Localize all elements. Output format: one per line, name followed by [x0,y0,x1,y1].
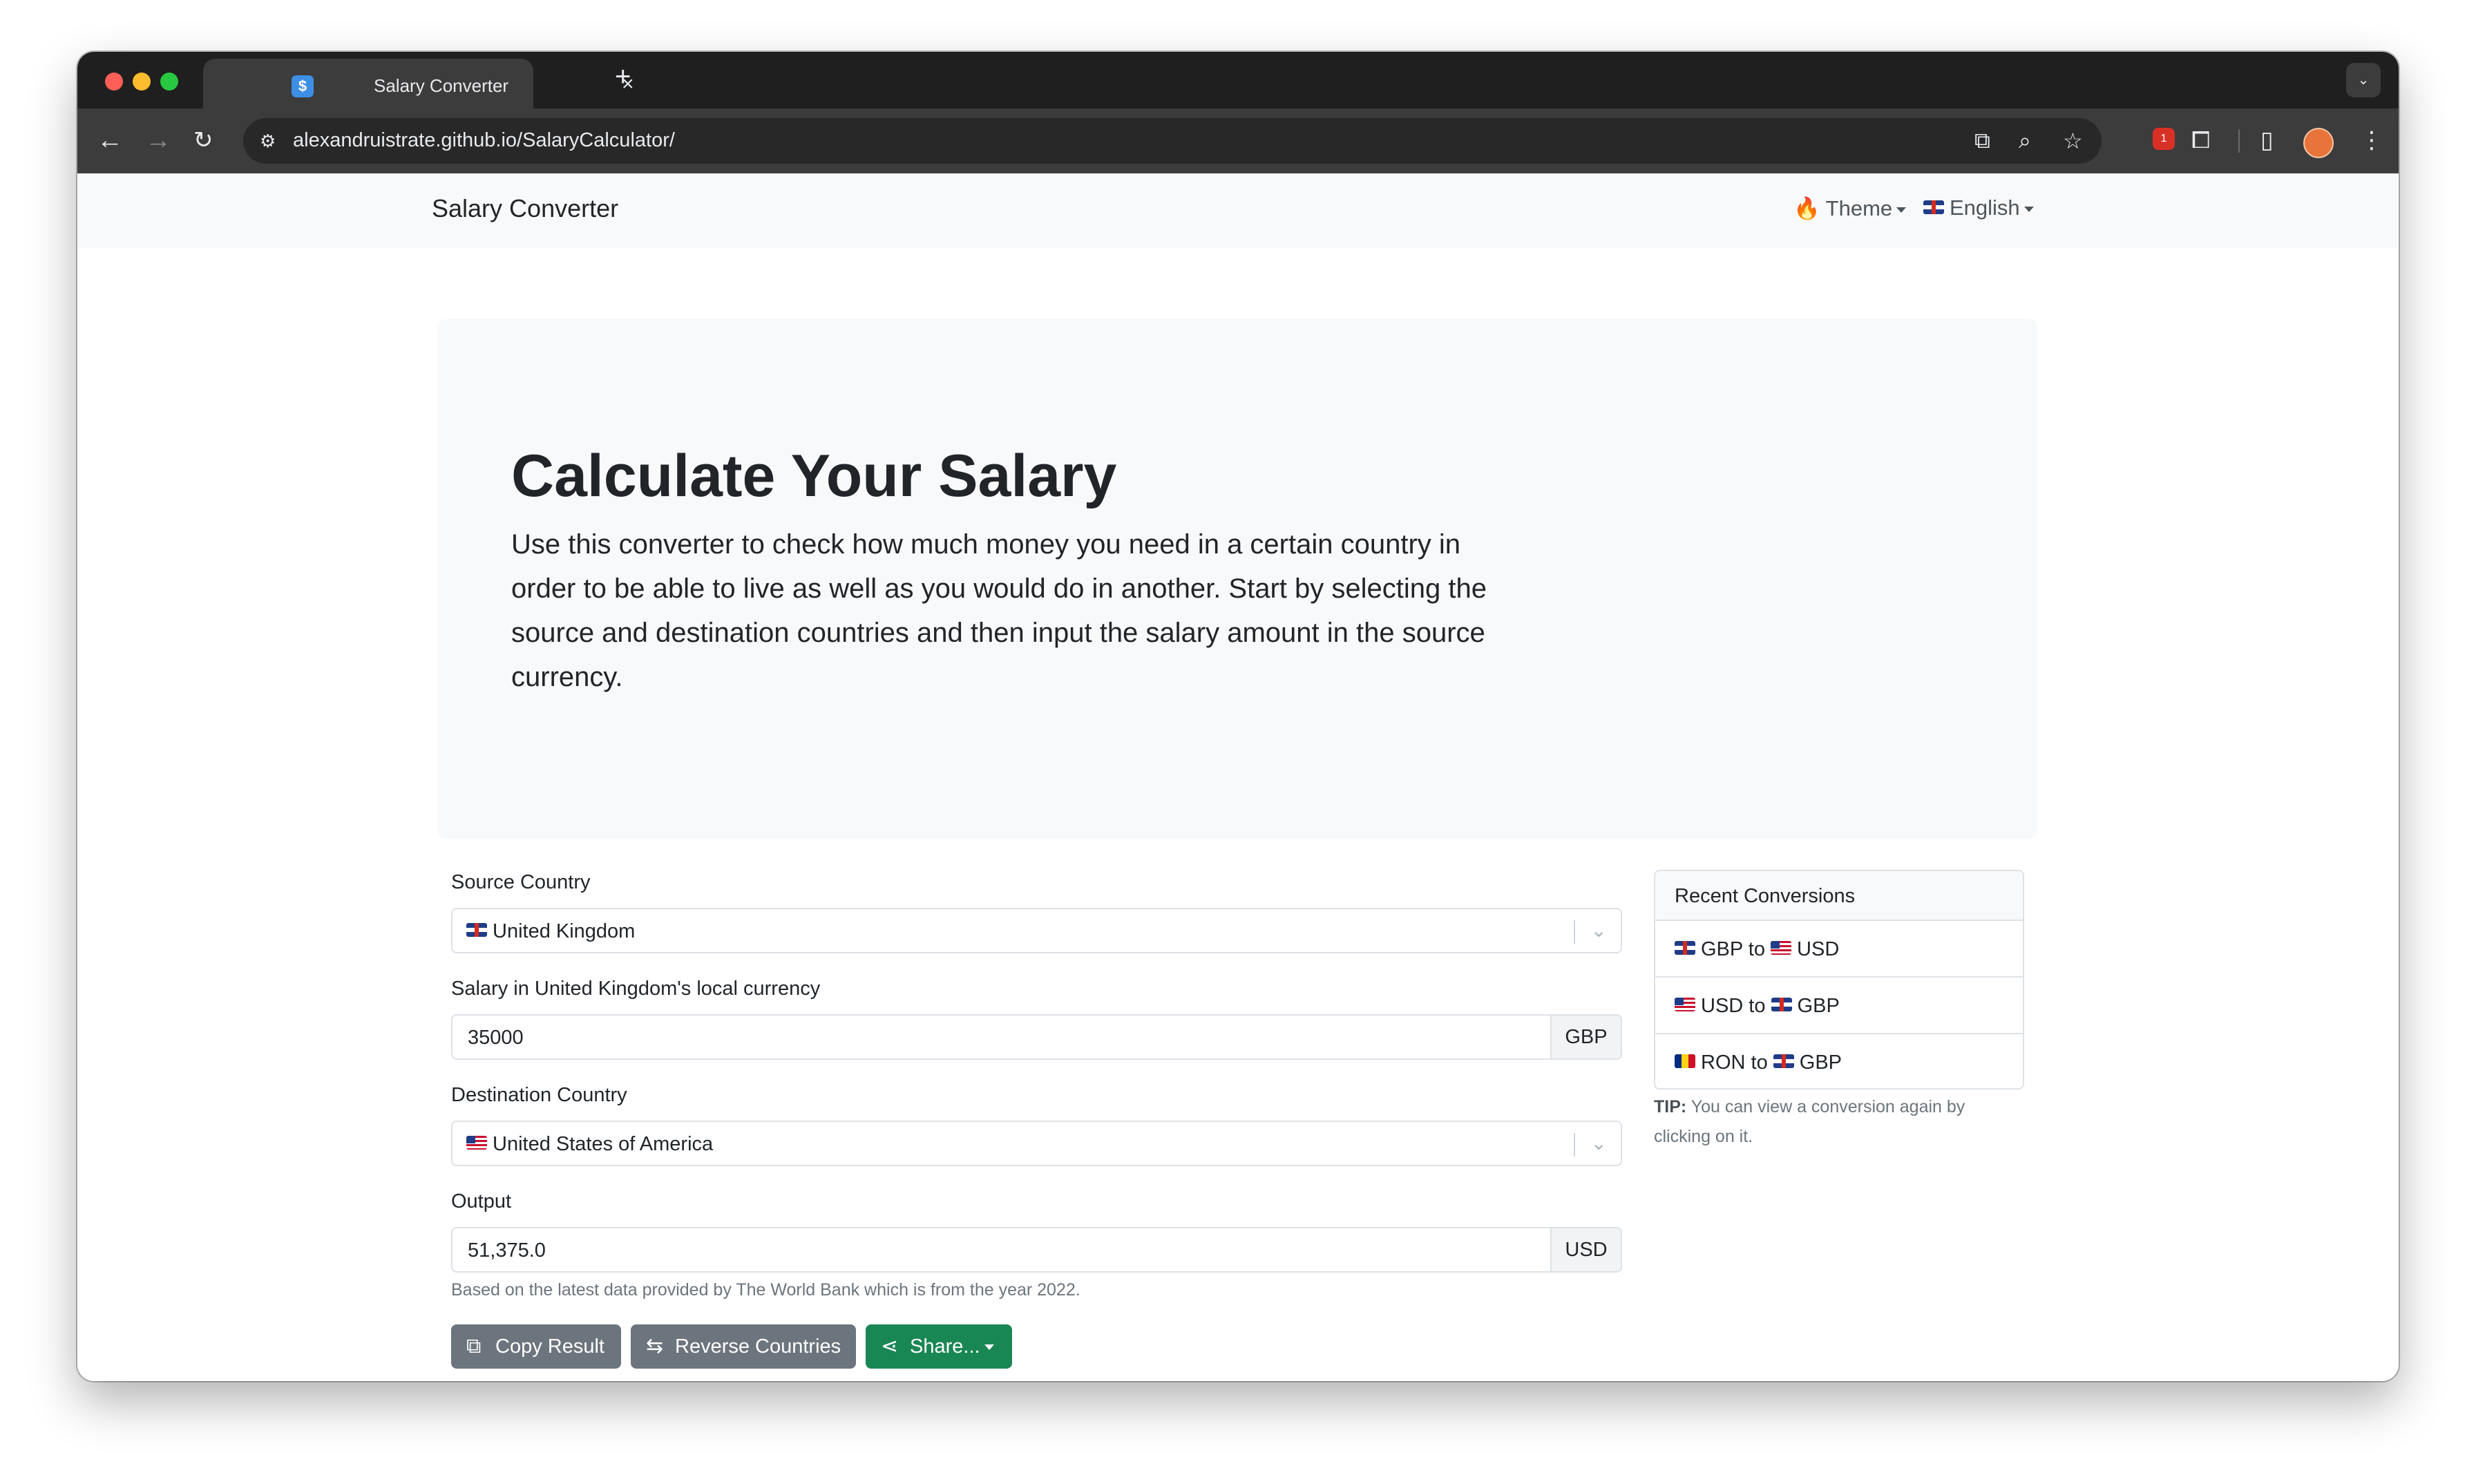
share-dropdown-button[interactable]: ⋖ Share... [866,1324,1012,1369]
site-navbar: Salary Converter 🔥 Theme English [77,173,2399,248]
copy-result-button[interactable]: ⧉ Copy Result [451,1324,621,1369]
caret-down-icon [984,1344,994,1351]
source-country-text: United Kingdom [493,920,636,942]
page-title: Calculate Your Salary [511,443,1117,509]
reverse-countries-button[interactable]: ⇆ Reverse Countries [631,1324,856,1369]
site-info-icon[interactable]: ⚙ [260,131,276,152]
menu-kebab-icon[interactable]: ⋮ [2360,125,2383,155]
recent-conversions-title: Recent Conversions [1655,871,2023,921]
recent-conversion-item[interactable]: GBP to USD [1655,921,2023,978]
url-text[interactable]: alexandruistrate.github.io/SalaryCalcula… [293,129,675,152]
forward-arrow-icon[interactable]: → [145,125,171,155]
browser-tab[interactable]: $ Salary Converter × [203,59,634,108]
reverse-countries-label: Reverse Countries [675,1335,841,1358]
conversion-separator: to [1749,995,1766,1017]
tip-label: TIP: [1654,1097,1687,1116]
copy-result-label: Copy Result [495,1335,604,1358]
reload-icon[interactable]: ↻ [193,125,213,155]
maximize-window-button[interactable] [160,73,178,91]
uk-flag-icon [1773,1054,1794,1068]
conversion-separator: to [1751,1052,1768,1074]
language-dropdown[interactable]: English [1923,196,2034,220]
chevron-down-icon[interactable]: ⌄ [1591,919,1607,942]
chevron-down-icon[interactable]: ⌄ [1591,1132,1607,1154]
source-country-label: Source Country [451,871,591,893]
uk-flag-icon [1923,200,1944,214]
page-content: Salary Converter 🔥 Theme English Calcula… [77,173,2399,1381]
conversion-to: GBP [1797,995,1840,1017]
install-app-icon[interactable]: ⧉ [1974,128,1990,154]
browser-window: $ Salary Converter × + ⌄ ← → ↻ ⚙ alexand… [77,52,2399,1381]
salary-label: Salary in United Kingdom's local currenc… [451,978,821,1000]
hero-description: Use this converter to check how much mon… [511,529,1487,692]
fire-icon: 🔥 [1793,196,1820,220]
uk-flag-icon [1675,941,1695,955]
romania-flag-icon [1675,1054,1695,1068]
navbar-brand[interactable]: Salary Converter [432,194,618,223]
recent-conversion-item[interactable]: USD to GBP [1655,978,2023,1034]
copy-icon: ⧉ [466,1335,482,1358]
swap-arrows-icon: ⇆ [646,1335,664,1358]
extension-icon[interactable]: 1 [2153,128,2175,150]
caret-down-icon [2023,206,2034,212]
tip-body: You can view a conversion again by click… [1654,1097,1965,1146]
salary-currency-addon: GBP [1550,1016,1621,1058]
tip-text: TIP: You can view a conversion again by … [1654,1092,2013,1152]
us-flag-icon [1675,998,1695,1011]
source-country-select[interactable]: United Kingdom ⌄ [451,908,1622,953]
salary-input-group: 35000 GBP [451,1014,1622,1060]
back-arrow-icon[interactable]: ← [97,125,123,155]
address-bar[interactable]: ⚙ alexandruistrate.github.io/SalaryCalcu… [243,118,2102,164]
side-panel-icon[interactable]: ▯ [2260,125,2274,155]
dollar-favicon-icon: $ [292,75,314,97]
new-tab-icon[interactable]: + [615,61,631,93]
output-currency-addon: USD [1550,1228,1621,1271]
output-input-group: 51,375.0 USD [451,1227,1622,1273]
bookmark-star-icon[interactable]: ☆ [2063,128,2083,154]
share-icon: ⋖ [881,1335,899,1358]
profile-avatar[interactable] [2303,128,2334,158]
source-country-value: United Kingdom [466,920,635,943]
uk-flag-icon [466,923,487,937]
destination-country-value: United States of America [466,1133,713,1156]
tab-title: Salary Converter [374,75,509,96]
destination-country-select[interactable]: United States of America ⌄ [451,1121,1622,1166]
toolbar-divider [2238,129,2240,153]
output-field[interactable]: 51,375.0 [468,1239,546,1262]
theme-dropdown[interactable]: 🔥 Theme [1793,196,1907,221]
theme-label: Theme [1825,196,1893,220]
conversion-to: USD [1797,938,1840,960]
conversion-from: USD [1701,995,1744,1017]
conversion-from: GBP [1701,938,1743,960]
zoom-icon[interactable]: ⌕ [2019,128,2031,154]
us-flag-icon [1771,941,1792,955]
browser-toolbar: ← → ↻ ⚙ alexandruistrate.github.io/Salar… [77,108,2399,173]
destination-country-label: Destination Country [451,1084,627,1106]
conversion-to: GBP [1799,1052,1842,1074]
caret-down-icon [1896,207,1907,213]
select-divider [1574,1133,1575,1157]
salary-input[interactable]: 35000 [468,1027,524,1049]
data-source-hint: Based on the latest data provided by The… [451,1280,1080,1300]
conversion-separator: to [1748,938,1765,960]
hero-section: Calculate Your Salary Use this converter… [437,319,2037,839]
us-flag-icon [466,1136,487,1150]
language-label: English [1950,196,2020,220]
conversion-from: RON [1701,1052,1746,1074]
recent-conversions-card: Recent Conversions GBP to USD USD to GBP… [1654,870,2024,1090]
minimize-window-button[interactable] [133,73,151,91]
extensions-puzzle-icon[interactable]: ⧠ [2191,125,2210,155]
uk-flag-icon [1771,998,1792,1011]
select-divider [1574,920,1575,944]
tab-search-chevron-icon[interactable]: ⌄ [2346,63,2381,97]
destination-country-text: United States of America [493,1133,714,1155]
output-label: Output [451,1190,512,1212]
share-label: Share... [910,1335,980,1358]
recent-conversion-item[interactable]: RON to GBP [1655,1034,2023,1088]
close-window-button[interactable] [105,73,123,91]
tab-strip: $ Salary Converter × + ⌄ [77,52,2399,108]
